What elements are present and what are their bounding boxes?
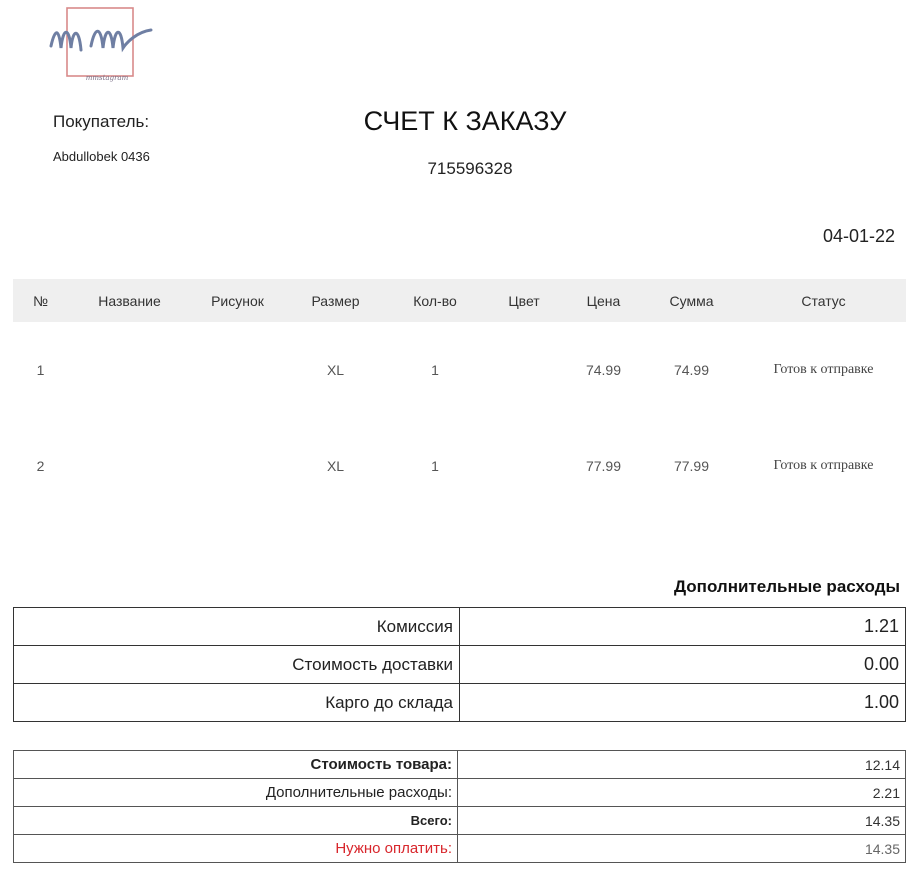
cell-size: XL (326, 362, 345, 378)
cell-color (483, 322, 565, 418)
totals-table: Стоимость товара: 12.14 Дополнительные р… (13, 750, 906, 863)
cell-price: 74.99 (585, 362, 622, 378)
col-header-picture: Рисунок (191, 279, 284, 322)
cell-qty: 1 (431, 458, 439, 474)
document-date: 04-01-22 (822, 226, 895, 246)
cell-color (483, 418, 565, 514)
mm-logo-icon: mmstagram (49, 7, 153, 82)
extra-cost-row: Стоимость доставки 0.00 (13, 645, 906, 684)
col-header-price: Цена (565, 279, 642, 322)
extra-costs-total-value: 2.21 (457, 778, 906, 807)
col-header-num: № (13, 279, 68, 322)
total-row: Дополнительные расходы: 2.21 (13, 778, 906, 807)
document-title: СЧЕТ К ЗАКАЗУ (363, 106, 567, 136)
col-header-name: Название (68, 279, 191, 322)
cell-num: 1 (36, 362, 45, 378)
cell-name (68, 418, 191, 514)
cell-qty: 1 (431, 362, 439, 378)
items-header-row: № Название Рисунок Размер Кол-во Цвет Це… (13, 279, 906, 322)
cell-name (68, 322, 191, 418)
col-header-sum: Сумма (642, 279, 741, 322)
extra-costs-table: Комиссия 1.21 Стоимость доставки 0.00 Ка… (13, 607, 906, 722)
extra-cost-row: Карго до склада 1.00 (13, 683, 906, 722)
cell-size: XL (326, 458, 345, 474)
cell-price: 77.99 (585, 458, 622, 474)
order-number: 715596328 (427, 159, 513, 178)
cell-status: Готов к отправке (773, 362, 874, 377)
cell-num: 2 (36, 458, 45, 474)
items-table: № Название Рисунок Размер Кол-во Цвет Це… (13, 279, 906, 514)
cell-sum: 74.99 (673, 362, 710, 378)
extra-costs-total-label: Дополнительные расходы: (13, 778, 458, 807)
extra-costs-title: Дополнительные расходы (673, 577, 900, 596)
cell-picture (191, 418, 284, 514)
company-logo: mmstagram (47, 6, 155, 86)
grand-total-value: 14.35 (457, 806, 906, 835)
amount-due-label: Нужно оплатить: (13, 834, 458, 863)
extra-cost-label: Карго до склада (13, 683, 460, 722)
goods-cost-label: Стоимость товара: (13, 750, 458, 779)
extra-cost-label: Комиссия (13, 607, 460, 646)
grand-total-label: Всего: (13, 806, 458, 835)
total-row: Стоимость товара: 12.14 (13, 750, 906, 779)
col-header-size: Размер (284, 279, 387, 322)
extra-cost-value: 0.00 (459, 645, 906, 684)
col-header-status: Статус (741, 279, 906, 322)
cell-status: Готов к отправке (773, 458, 874, 473)
extra-cost-value: 1.00 (459, 683, 906, 722)
extra-cost-label: Стоимость доставки (13, 645, 460, 684)
col-header-color: Цвет (483, 279, 565, 322)
amount-due-value: 14.35 (457, 834, 906, 863)
extra-cost-value: 1.21 (459, 607, 906, 646)
table-row: 2 XL 1 77.99 77.99 Готов к отправке (13, 418, 906, 514)
total-row: Нужно оплатить: 14.35 (13, 834, 906, 863)
table-row: 1 XL 1 74.99 74.99 Готов к отправке (13, 322, 906, 418)
cell-picture (191, 322, 284, 418)
cell-sum: 77.99 (673, 458, 710, 474)
col-header-qty: Кол-во (387, 279, 483, 322)
total-row: Всего: 14.35 (13, 806, 906, 835)
svg-text:mmstagram: mmstagram (86, 74, 129, 82)
goods-cost-value: 12.14 (457, 750, 906, 779)
extra-cost-row: Комиссия 1.21 (13, 607, 906, 646)
